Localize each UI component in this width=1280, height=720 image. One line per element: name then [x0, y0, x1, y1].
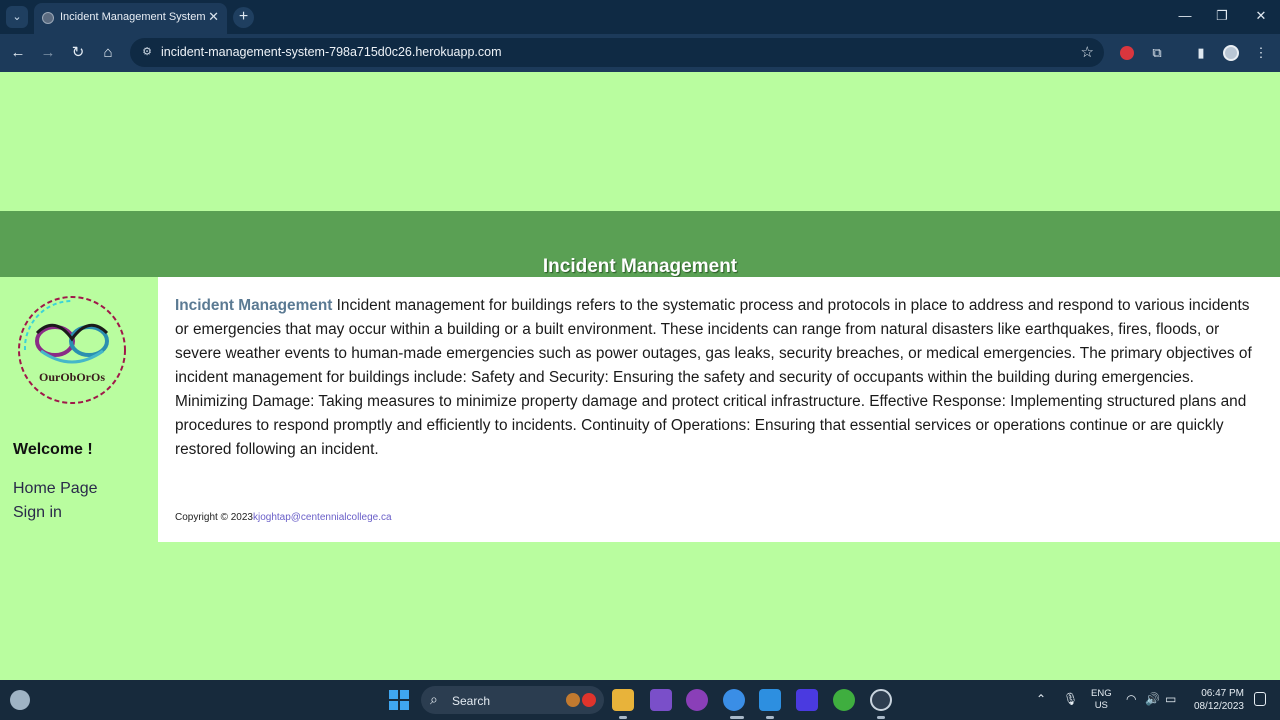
tab-search-menu-button[interactable]: ⌄ — [6, 6, 28, 28]
sidebar: OurObOrOs Welcome ! Home Page Sign in — [0, 277, 158, 542]
back-arrow-icon[interactable]: ← — [8, 43, 28, 63]
url-text[interactable]: incident-management-system-798a715d0c26.… — [161, 45, 501, 59]
web-page: Incident Management OurObOrOs Welcome ! … — [0, 72, 1280, 680]
visual-studio-icon[interactable] — [650, 689, 672, 711]
xbox-icon[interactable] — [833, 689, 855, 711]
wifi-icon[interactable]: ◠ — [1126, 692, 1136, 706]
app-red-dot-icon[interactable] — [870, 689, 892, 711]
active-indicator — [877, 716, 885, 719]
active-indicator — [766, 716, 774, 719]
profile-avatar[interactable] — [1223, 45, 1239, 61]
more-menu-icon[interactable]: ⋮ — [1251, 43, 1271, 63]
search-highlight-icon-2 — [582, 693, 596, 707]
battery-icon[interactable]: ▭ — [1165, 692, 1176, 706]
browser-tab-bar: ⌄ Incident Management System ✕ + — ❐ ✕ — [0, 0, 1280, 34]
reload-icon[interactable]: ↻ — [68, 43, 88, 63]
clock[interactable]: 06:47 PM 08/12/2023 — [1190, 687, 1244, 713]
browser-toolbar: ← → ↻ ⌂ ⚙ incident-management-system-798… — [0, 34, 1280, 72]
home-icon[interactable]: ⌂ — [98, 43, 118, 63]
window-close-icon[interactable]: ✕ — [1251, 8, 1271, 24]
footer: Copyright © 2023kjoghtap@centennialcolle… — [175, 512, 392, 523]
language-indicator[interactable]: ENG US — [1091, 688, 1112, 712]
address-bar[interactable]: ⚙ incident-management-system-798a715d0c2… — [130, 38, 1104, 67]
restore-icon[interactable]: ❐ — [1212, 8, 1232, 24]
ouroboros-logo: OurObOrOs — [18, 296, 126, 404]
sign-in-link[interactable]: Sign in — [13, 504, 62, 522]
article-title: Incident Management — [175, 297, 333, 314]
favicon-icon — [42, 12, 54, 24]
microphone-icon[interactable]: 🎙 — [1063, 692, 1078, 706]
page-title: Incident Management — [542, 256, 738, 277]
active-indicator — [730, 716, 744, 719]
weather-icon[interactable] — [10, 690, 30, 710]
new-tab-button[interactable]: + — [233, 7, 254, 28]
browser-tab[interactable]: Incident Management System ✕ — [34, 3, 227, 34]
app-purple-icon[interactable] — [686, 689, 708, 711]
notification-icon[interactable] — [1254, 692, 1266, 706]
intellij-icon[interactable] — [796, 689, 818, 711]
bookmark-star-icon[interactable]: ☆ — [1081, 43, 1094, 61]
article-body: Incident management for buildings refers… — [175, 297, 1252, 458]
tab-close-icon[interactable]: ✕ — [208, 9, 219, 25]
minimize-icon[interactable]: — — [1175, 8, 1195, 23]
site-info-icon[interactable]: ⚙ — [140, 45, 154, 59]
svg-text:OurObOrOs: OurObOrOs — [39, 370, 105, 384]
search-highlight-icon — [566, 693, 580, 707]
email-link[interactable]: kjoghtap@centennialcollege.ca — [253, 512, 392, 523]
main-content: Incident Management Incident management … — [158, 277, 1280, 542]
search-icon: ⌕ — [430, 691, 438, 707]
home-page-link[interactable]: Home Page — [13, 480, 98, 498]
welcome-text: Welcome ! — [13, 441, 93, 458]
taskbar-search[interactable]: ⌕ Search — [421, 686, 604, 714]
copyright-text: Copyright © 2023 — [175, 512, 253, 523]
extension-red-icon[interactable] — [1120, 46, 1134, 60]
side-panel-icon[interactable]: ▮ — [1191, 43, 1211, 63]
search-placeholder: Search — [452, 694, 491, 708]
active-indicator — [619, 716, 627, 719]
tray-chevron-icon[interactable]: ⌃ — [1036, 692, 1046, 706]
extensions-puzzle-icon[interactable]: ⧉ — [1147, 43, 1167, 63]
tab-title: Incident Management System — [60, 11, 206, 23]
article: Incident Management Incident management … — [175, 294, 1265, 462]
chrome-icon[interactable] — [723, 689, 745, 711]
taskbar: ⌕ Search ⌃ 🎙 ENG US ◠ 🔊 ▭ 06:47 PM 08/12… — [0, 680, 1280, 720]
start-button[interactable] — [389, 690, 409, 710]
forward-arrow-icon[interactable]: → — [38, 43, 58, 63]
volume-icon[interactable]: 🔊 — [1145, 692, 1160, 706]
file-explorer-icon[interactable] — [612, 689, 634, 711]
vscode-icon[interactable] — [759, 689, 781, 711]
